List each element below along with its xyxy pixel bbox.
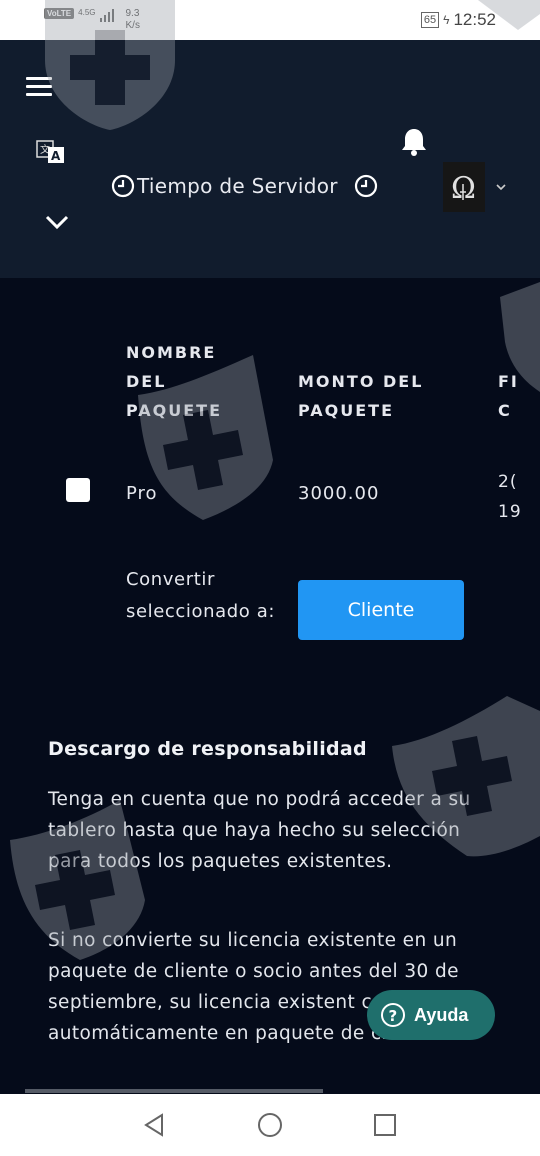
- help-label: Ayuda: [414, 1004, 469, 1025]
- status-bar: VoLTE 4.5G 9.3 K/s 65 ϟ 12:52: [0, 0, 540, 40]
- notification-bell-icon[interactable]: [398, 126, 430, 158]
- chevron-down-icon[interactable]: [494, 180, 508, 194]
- header-package-amount-line: PAQUETE: [298, 401, 395, 420]
- row-date-line: 2(: [498, 472, 518, 492]
- status-left: VoLTE 4.5G 9.3 K/s: [44, 8, 140, 32]
- convert-label: Convertir seleccionado a:: [126, 569, 276, 622]
- header-date-line: FI: [498, 372, 519, 391]
- clock-icon-right: [354, 174, 377, 198]
- back-icon[interactable]: [141, 1112, 167, 1138]
- expand-chevron-icon[interactable]: [44, 212, 70, 232]
- header-package-name-line: NOMBRE: [126, 343, 217, 362]
- convert-to-cliente-button[interactable]: Cliente: [298, 580, 464, 640]
- svg-text:?: ?: [389, 1007, 398, 1025]
- network-speed-unit: K/s: [125, 20, 140, 31]
- header-package-amount: MONTO DEL PAQUETE: [298, 367, 423, 425]
- header-date-partial: FI C: [498, 367, 519, 425]
- disclaimer-paragraph-1: Tenga en cuenta que no podrá acceder a s…: [48, 789, 471, 872]
- header-package-name: NOMBRE DEL PAQUETE: [126, 338, 222, 425]
- network-speed: 9.3 K/s: [126, 8, 140, 32]
- network-speed-value: 9.3: [125, 8, 140, 19]
- help-button[interactable]: ? Ayuda: [367, 990, 495, 1040]
- header-package-name-line: PAQUETE: [126, 401, 223, 420]
- signal-icon: [99, 8, 114, 22]
- translate-icon[interactable]: 文 A: [36, 138, 66, 166]
- horizontal-scrollbar[interactable]: [25, 1089, 323, 1093]
- status-time: 12:52: [453, 10, 496, 29]
- row-select-checkbox[interactable]: [66, 478, 90, 502]
- network-type: 4.5G: [78, 8, 96, 17]
- recents-icon[interactable]: [372, 1112, 398, 1138]
- app-bar: 文 A Tiempo de Servidor Ω: [0, 40, 540, 278]
- header-package-amount-line: MONTO DEL: [298, 372, 424, 391]
- row-package-amount: 3000.00: [298, 483, 380, 504]
- header-date-line: C: [498, 401, 512, 420]
- row-date-line: 19: [498, 502, 522, 522]
- row-date-partial: 2( 19: [498, 467, 522, 527]
- question-circle-icon: ?: [381, 1003, 405, 1027]
- server-time-label: Tiempo de Servidor: [137, 174, 338, 198]
- server-time: Tiempo de Servidor: [111, 174, 378, 198]
- volte-badge: VoLTE: [44, 8, 75, 19]
- system-nav-bar: [0, 1094, 540, 1156]
- header-package-name-line: DEL: [126, 372, 167, 391]
- svg-text:A: A: [51, 149, 61, 163]
- menu-icon[interactable]: [26, 77, 52, 97]
- charging-icon: ϟ: [443, 13, 450, 27]
- disclaimer-title: Descargo de responsabilidad: [48, 738, 367, 760]
- clock-icon: [111, 174, 135, 198]
- user-avatar[interactable]: Ω: [443, 162, 485, 212]
- status-right: 65 ϟ 12:52: [420, 10, 496, 30]
- battery-icon: 65: [420, 12, 440, 28]
- home-icon[interactable]: [257, 1112, 283, 1138]
- row-package-name: Pro: [126, 483, 158, 504]
